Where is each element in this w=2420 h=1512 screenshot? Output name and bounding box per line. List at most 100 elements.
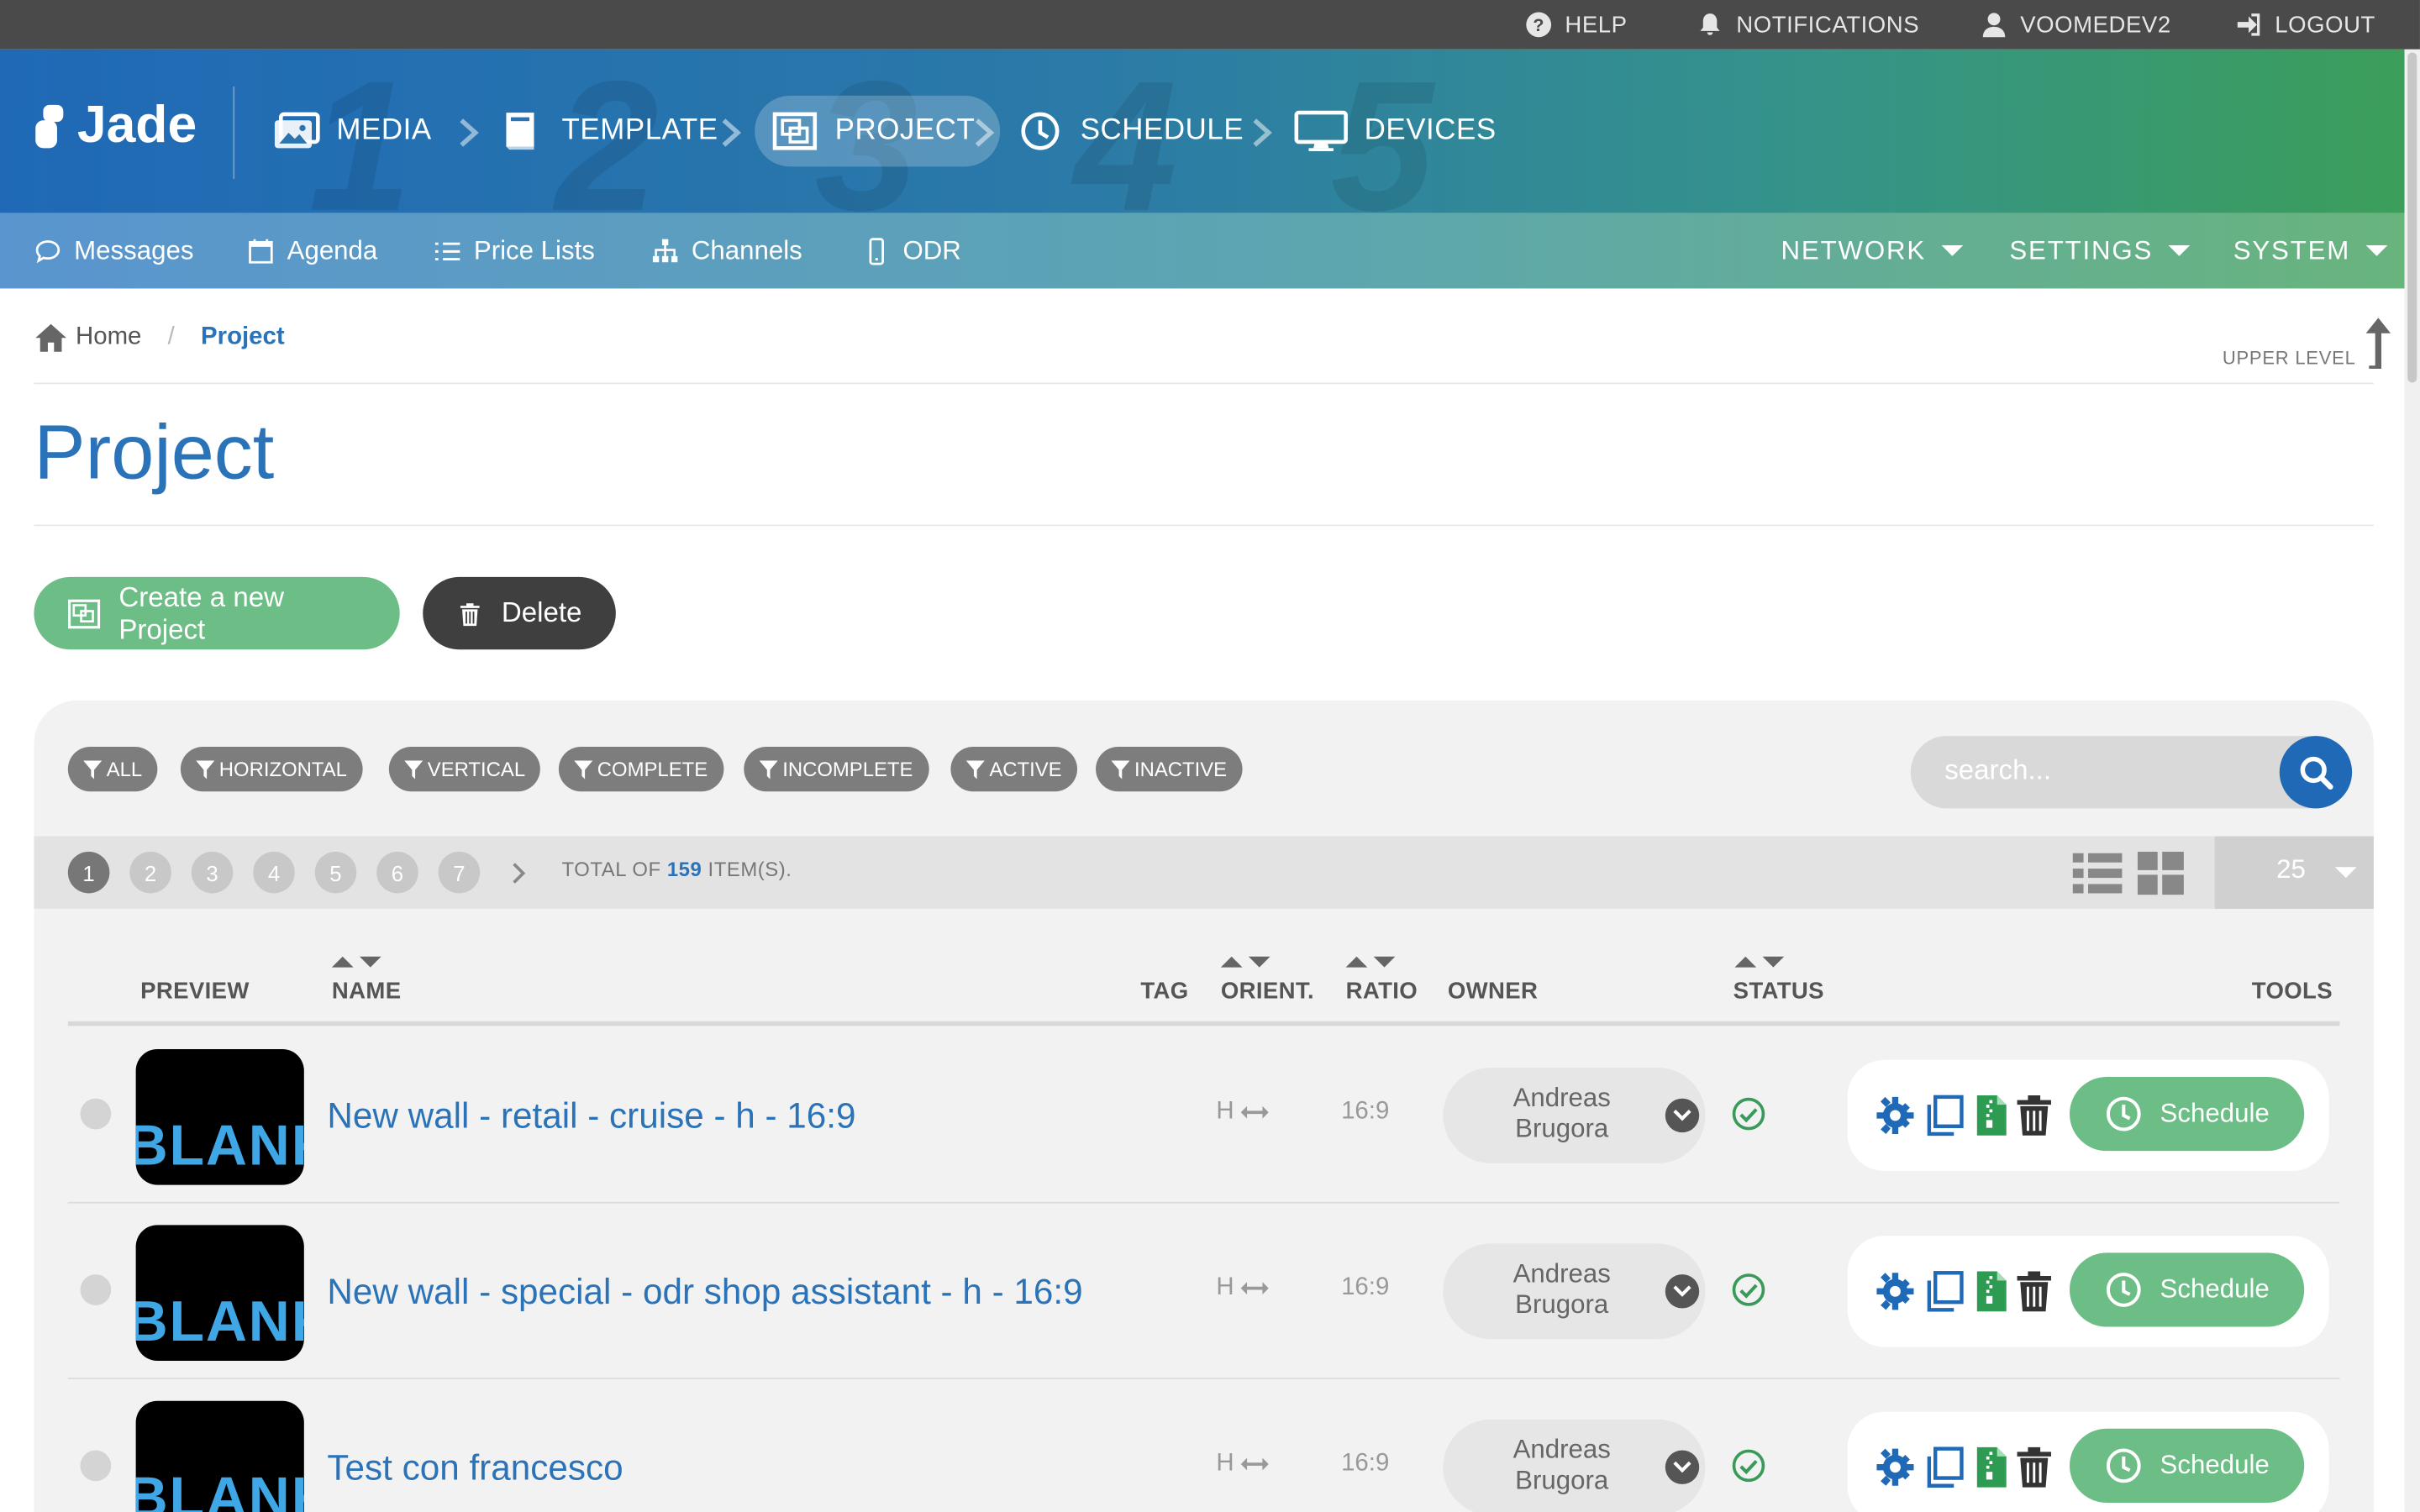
logout-link[interactable]: LOGOUT — [2235, 0, 2375, 50]
step-schedule[interactable]: SCHEDULE — [1016, 96, 1244, 166]
copy-icon[interactable] — [1924, 1446, 1965, 1488]
nav-agenda[interactable]: Agenda — [247, 213, 377, 288]
col-owner: OWNER — [1447, 978, 1539, 1005]
step-template[interactable]: TEMPLATE — [497, 96, 718, 166]
sort-down-icon — [1248, 956, 1270, 968]
notifications-link[interactable]: NOTIFICATIONS — [1697, 0, 1920, 50]
sort-up-icon — [1220, 956, 1243, 968]
grid-view-icon[interactable] — [2137, 851, 2184, 895]
ratio-cell: 16:9 — [1341, 1274, 1390, 1301]
schedule-button[interactable]: Schedule — [2070, 1077, 2305, 1152]
owner-name: Andreas Brugora — [1474, 1435, 1649, 1496]
user-menu[interactable]: VOOMEDEV2 — [1980, 0, 2170, 50]
project-thumbnail[interactable]: BLANK — [135, 1048, 304, 1185]
home-icon[interactable] — [34, 323, 67, 354]
breadcrumb-home[interactable]: Home — [76, 324, 141, 352]
filter-incomplete[interactable]: INCOMPLETE — [744, 746, 929, 792]
copy-icon[interactable] — [1924, 1270, 1965, 1313]
table-header-divider — [67, 1021, 2340, 1026]
col-orient: ORIENT. — [1220, 978, 1315, 1005]
step-devices[interactable]: DEVICES — [1293, 96, 1497, 166]
nav-settings-dropdown[interactable]: SETTINGS — [2009, 213, 2191, 288]
owner-select[interactable]: Andreas Brugora — [1443, 1419, 1706, 1512]
page-button-6[interactable]: 6 — [376, 851, 418, 894]
search-button[interactable] — [2279, 736, 2353, 809]
row-tools: Schedule — [1847, 1059, 2329, 1172]
help-link[interactable]: ? HELP — [1525, 0, 1628, 50]
project-thumbnail[interactable]: BLANK — [135, 1400, 304, 1512]
page-button-7[interactable]: 7 — [438, 851, 481, 894]
project-name-link[interactable]: New wall - special - odr shop assistant … — [327, 1271, 1082, 1313]
sort-status[interactable] — [1734, 956, 1785, 968]
nav-odr-label: ODR — [902, 235, 961, 265]
filter-complete[interactable]: COMPLETE — [558, 746, 723, 792]
filter-all[interactable]: ALL — [67, 746, 158, 792]
copy-icon[interactable] — [1924, 1094, 1965, 1137]
jade-logo[interactable]: Jade — [34, 96, 197, 156]
archive-file-icon[interactable] — [1970, 1446, 2011, 1488]
filter-active-label: ACTIVE — [989, 757, 1062, 781]
search-input[interactable]: search... — [1944, 754, 2051, 787]
status-ok-icon — [1732, 1273, 1765, 1306]
step-project[interactable]: PROJECT — [755, 95, 1000, 167]
owner-select[interactable]: Andreas Brugora — [1443, 1243, 1706, 1340]
step-media[interactable]: MEDIA — [271, 96, 431, 166]
gear-icon[interactable] — [1876, 1446, 1916, 1488]
sort-name[interactable] — [331, 956, 381, 968]
archive-file-icon[interactable] — [1970, 1270, 2011, 1313]
table-row: BLANK New wall - retail - cruise - h - 1… — [67, 1027, 2340, 1204]
filter-icon — [404, 759, 424, 779]
sort-ratio[interactable] — [1345, 956, 1396, 968]
project-name-link[interactable]: New wall - retail - cruise - h - 16:9 — [327, 1095, 855, 1137]
nav-price-lists[interactable]: Price Lists — [434, 213, 595, 288]
archive-file-icon[interactable] — [1970, 1094, 2011, 1137]
page-button-1[interactable]: 1 — [67, 851, 110, 894]
row-tools: Schedule — [1847, 1411, 2329, 1512]
total-items-text: TOTAL OF 159 ITEM(S). — [562, 858, 792, 881]
per-page-select[interactable]: 25 — [2214, 836, 2374, 909]
filter-icon — [1111, 759, 1130, 779]
logo-text: Jade — [76, 95, 197, 155]
row-select-radio[interactable] — [80, 1098, 112, 1130]
owner-select[interactable]: Andreas Brugora — [1443, 1067, 1706, 1163]
filter-horizontal[interactable]: HORIZONTAL — [180, 746, 363, 792]
filter-active[interactable]: ACTIVE — [950, 746, 1077, 792]
gear-icon[interactable] — [1876, 1094, 1916, 1137]
owner-name: Andreas Brugora — [1474, 1083, 1649, 1144]
filter-inactive-label: INACTIVE — [1134, 757, 1228, 781]
breadcrumb-current: Project — [201, 323, 285, 350]
delete-button[interactable]: Delete — [423, 576, 616, 650]
trash-icon[interactable] — [2014, 1094, 2054, 1137]
gear-icon[interactable] — [1876, 1270, 1916, 1313]
page-button-2[interactable]: 2 — [129, 851, 171, 894]
schedule-button[interactable]: Schedule — [2070, 1252, 2305, 1327]
list-view-icon[interactable] — [2072, 852, 2123, 895]
filter-vertical[interactable]: VERTICAL — [388, 746, 541, 792]
row-select-radio[interactable] — [80, 1450, 112, 1482]
sort-orient[interactable] — [1220, 956, 1270, 968]
next-page-icon[interactable] — [509, 861, 528, 885]
create-project-label: Create a new Project — [118, 580, 284, 644]
page-button-5[interactable]: 5 — [314, 851, 357, 894]
caret-down-icon — [1941, 245, 1964, 256]
nav-odr[interactable]: ODR — [863, 213, 961, 288]
upper-level-link[interactable]: UPPER LEVEL — [2223, 317, 2393, 369]
nav-messages[interactable]: Messages — [34, 213, 193, 288]
nav-network-dropdown[interactable]: NETWORK — [1781, 213, 1964, 288]
row-select-radio[interactable] — [80, 1274, 112, 1305]
trash-icon[interactable] — [2014, 1270, 2054, 1313]
project-name-link[interactable]: Test con francesco — [327, 1447, 623, 1489]
schedule-button[interactable]: Schedule — [2070, 1428, 2305, 1503]
media-icon — [274, 112, 320, 149]
nav-system-dropdown[interactable]: SYSTEM — [2233, 213, 2388, 288]
scrollbar-thumb[interactable] — [2407, 52, 2417, 383]
nav-channels[interactable]: Channels — [651, 213, 802, 288]
horizontal-arrows-icon — [1239, 1282, 1268, 1294]
filter-inactive[interactable]: INACTIVE — [1096, 746, 1243, 792]
create-project-button[interactable]: Create a new Project — [34, 576, 400, 650]
trash-icon[interactable] — [2014, 1446, 2054, 1488]
user-label: VOOMEDEV2 — [2020, 11, 2171, 38]
project-thumbnail[interactable]: BLANK — [135, 1225, 304, 1361]
page-button-3[interactable]: 3 — [191, 851, 234, 894]
page-button-4[interactable]: 4 — [253, 851, 295, 894]
